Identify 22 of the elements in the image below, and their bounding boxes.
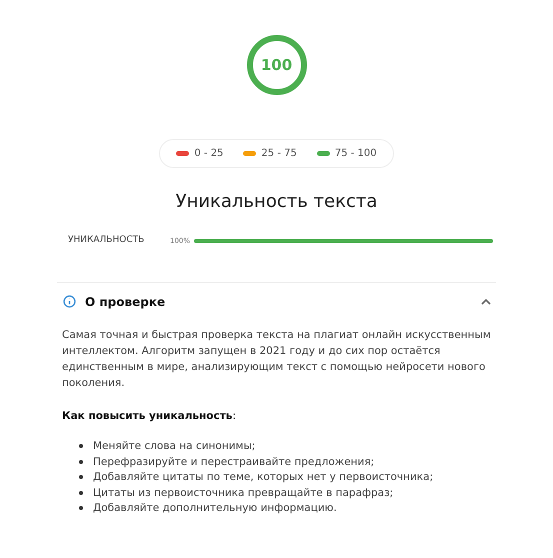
bullet-icon bbox=[79, 490, 83, 495]
accordion-header[interactable]: О проверке bbox=[57, 282, 496, 320]
chevron-icon bbox=[480, 298, 492, 306]
description-paragraph: Самая точная и быстрая проверка текста на плагиат онлайн искусственным интеллектом. Алгоритм запущен в 2021 году и до сих пор остаётся единственным в мире, анализирующим текст с помощью нейросети нового поколения. bbox=[62, 328, 492, 390]
legend-label: 75 - 100 bbox=[334, 147, 377, 161]
accordion-title: О проверке bbox=[85, 294, 166, 310]
tip-text: Меняйте слова на синонимы; bbox=[93, 439, 256, 454]
tip-text: Цитаты из первоисточника превращайте в парафраз; bbox=[93, 486, 394, 501]
bullet-icon bbox=[79, 506, 83, 510]
tips-heading: Как повысить уникальность: bbox=[62, 408, 237, 424]
tip-text: Добавляйте цитаты по теме, которых нет у первоисточника; bbox=[93, 470, 434, 486]
score-value: 100 bbox=[260, 54, 292, 76]
bullet-icon bbox=[79, 444, 83, 448]
bullet-icon bbox=[79, 460, 83, 464]
section-title: Уникальность текста bbox=[176, 190, 378, 214]
info-icon bbox=[63, 295, 76, 308]
legend-label: 25 - 75 bbox=[261, 147, 297, 161]
legend-label: 0 - 25 bbox=[194, 147, 224, 161]
tip-text: Добавляйте дополнительную информацию. bbox=[93, 501, 337, 516]
tip-text: Перефразируйте и перестраивайте предложения; bbox=[93, 454, 374, 470]
meter-label: УНИКАЛЬНОСТЬ bbox=[68, 234, 146, 247]
bullet-icon bbox=[79, 475, 83, 480]
